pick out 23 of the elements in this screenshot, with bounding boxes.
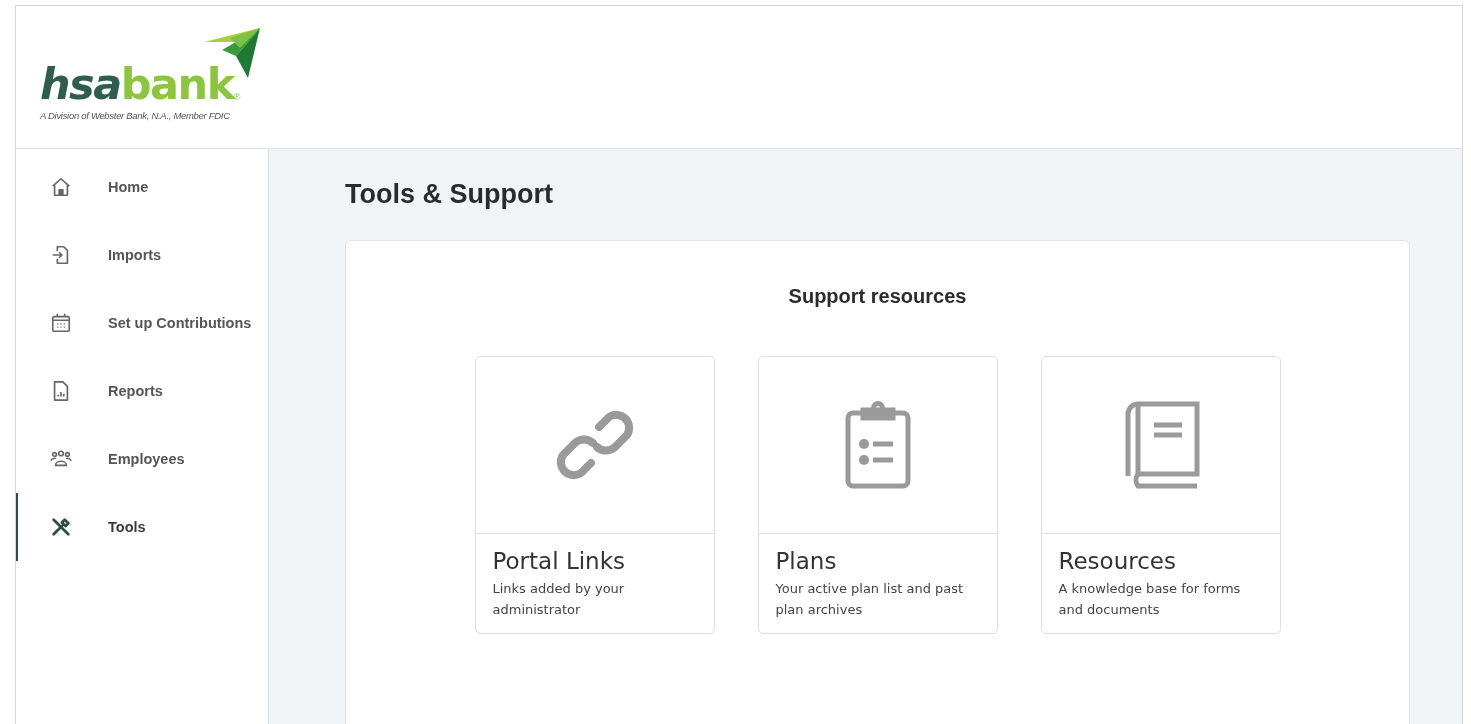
logo-tagline: A Division of Webster Bank, N.A., Member FDIC [40,109,231,121]
sidebar-item[interactable]: Imports [16,221,268,289]
card-description: Links added by your administrator [492,580,626,619]
card-title: Plans [775,548,838,574]
sidebar-item[interactable]: Employees [16,425,268,493]
card-description: A knowledge base for forms and documents [1058,580,1242,619]
home-icon [50,176,72,198]
sidebar-item[interactable]: Home [16,153,268,221]
resource-card[interactable]: Plans Your active plan list and past plan archives [757,356,998,634]
card-title: Resources [1058,548,1177,574]
resource-card[interactable]: Resources A knowledge base for forms and documents [1040,356,1281,634]
page-title: Tools & Support [345,179,554,210]
tools-icon [50,516,72,538]
section-heading: Support resources [787,285,968,308]
resource-card[interactable]: Portal Links Links added by your administrator [474,356,715,634]
sidebar-item[interactable]: Set up Contributions [16,289,268,357]
calendar-icon [50,312,72,334]
card-title: Portal Links [492,548,626,574]
card-description: Your active plan list and past plan archives [775,580,965,619]
sidebar-item[interactable]: Reports [16,357,268,425]
logo-wordmark: hsabank [40,62,234,106]
registered-mark: ® [233,91,241,102]
clipboard-list-icon [844,401,911,489]
